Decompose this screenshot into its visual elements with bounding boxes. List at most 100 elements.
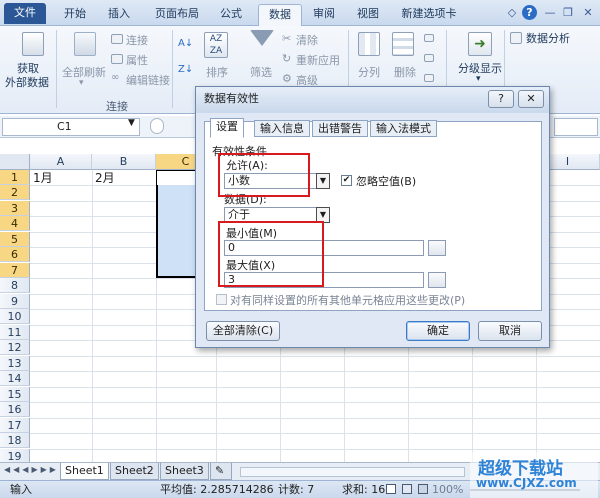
normal-view-icon[interactable] (386, 484, 396, 494)
name-box[interactable]: C1 (2, 118, 140, 136)
cell-a1[interactable]: 1月 (33, 171, 53, 186)
sort-desc-icon[interactable]: Z↓ (178, 64, 193, 75)
tab-view[interactable]: 视图 (350, 4, 386, 26)
row-header[interactable]: 11 (0, 325, 30, 340)
sheet-tab-1[interactable]: Sheet1 (60, 463, 109, 480)
watermark: 超级下载站 www.CJXZ.com (470, 452, 598, 498)
edit-links-button[interactable]: 编辑链接 (126, 72, 170, 88)
insert-sheet-icon[interactable]: ✎ (210, 463, 232, 480)
apply-to-all-checkbox[interactable] (216, 294, 227, 305)
group-connections-label: 连接 (106, 100, 128, 113)
cell-b1[interactable]: 2月 (95, 171, 115, 186)
row-header[interactable]: 8 (0, 278, 30, 293)
filter-icon (250, 30, 274, 46)
ribbon-tab-bar: 文件 开始 插入 页面布局 公式 数据 审阅 视图 新建选项卡 ◇ ? — ❐ … (0, 0, 600, 26)
dialog-close-button[interactable]: ✕ (518, 90, 544, 108)
tab-data[interactable]: 数据 (258, 4, 302, 26)
window-restore-icon[interactable]: ❐ (560, 5, 576, 21)
refresh-all-icon (74, 32, 96, 56)
row-header[interactable]: 3 (0, 201, 30, 216)
refresh-all-button[interactable]: 全部刷新 (62, 64, 106, 80)
grid-line (30, 418, 600, 419)
connections-icon (111, 34, 123, 44)
what-if-icon[interactable] (424, 74, 434, 82)
clear-all-button[interactable]: 全部清除(C) (206, 321, 280, 341)
minimize-ribbon-icon[interactable]: ◇ (504, 5, 520, 21)
grid-line (30, 371, 600, 372)
ok-button[interactable]: 确定 (406, 321, 470, 341)
connections-button[interactable]: 连接 (126, 32, 148, 48)
minimum-range-picker-icon[interactable] (428, 240, 446, 256)
reapply-button[interactable]: 重新应用 (296, 52, 340, 68)
clear-button[interactable]: 清除 (296, 32, 318, 48)
row-header[interactable]: 17 (0, 418, 30, 433)
row-header[interactable]: 14 (0, 371, 30, 386)
window-minimize-icon[interactable]: — (542, 5, 558, 21)
watermark-url: www.CJXZ.com (476, 476, 577, 490)
grid-line (30, 387, 600, 388)
name-box-dropdown-icon[interactable]: ▼ (128, 118, 135, 128)
annotation-box-allow (218, 153, 310, 197)
cancel-button[interactable]: 取消 (478, 321, 542, 341)
data-validation-icon[interactable] (424, 34, 434, 42)
group-separator (56, 30, 57, 108)
row-header[interactable]: 2 (0, 185, 30, 200)
allow-dropdown-icon[interactable]: ▼ (316, 173, 330, 189)
row-header[interactable]: 7 (0, 263, 30, 278)
select-all-corner[interactable] (0, 154, 30, 170)
help-icon[interactable]: ? (522, 5, 537, 20)
row-header[interactable]: 9 (0, 294, 30, 309)
col-header-b[interactable]: B (92, 154, 156, 170)
tab-input-message[interactable]: 输入信息 (254, 120, 310, 137)
status-average: 平均值: 2.285714286 (160, 483, 274, 496)
data-analysis-button[interactable]: 数据分析 (526, 30, 570, 46)
window-close-icon[interactable]: ✕ (580, 5, 596, 21)
row-header[interactable]: 10 (0, 309, 30, 324)
sort-button[interactable]: 排序 (206, 64, 228, 80)
row-header[interactable]: 13 (0, 356, 30, 371)
maximum-range-picker-icon[interactable] (428, 272, 446, 288)
properties-button[interactable]: 属性 (126, 52, 148, 68)
formula-input[interactable] (554, 118, 598, 136)
sheet-tab-2[interactable]: Sheet2 (110, 463, 159, 480)
chevron-down-icon[interactable]: ▾ (476, 74, 481, 84)
row-header[interactable]: 19 (0, 449, 30, 462)
row-header[interactable]: 4 (0, 216, 30, 231)
row-header[interactable]: 12 (0, 340, 30, 355)
get-external-data-label[interactable]: 外部数据 (5, 74, 49, 90)
consolidate-icon[interactable] (424, 54, 434, 62)
row-header[interactable]: 1 (0, 170, 30, 185)
formula-bar-handle[interactable] (150, 118, 164, 134)
sort-asc-icon[interactable]: A↓ (178, 38, 193, 49)
tab-ime-mode[interactable]: 输入法模式 (370, 120, 437, 137)
tab-new-tab[interactable]: 新建选项卡 (394, 4, 464, 26)
page-layout-view-icon[interactable] (402, 484, 412, 494)
filter-button[interactable]: 筛选 (250, 64, 272, 80)
zoom-level[interactable]: 100% (432, 481, 463, 498)
tab-home[interactable]: 开始 (56, 4, 94, 26)
sheet-tab-3[interactable]: Sheet3 (160, 463, 209, 480)
dialog-help-button[interactable]: ? (488, 90, 514, 108)
tab-error-alert[interactable]: 出错警告 (312, 120, 368, 137)
clear-icon: ✂ (282, 32, 292, 45)
split-column-button[interactable]: 分列 (358, 64, 380, 80)
row-header[interactable]: 15 (0, 387, 30, 402)
horizontal-scrollbar[interactable] (240, 467, 465, 477)
col-header-a[interactable]: A (30, 154, 92, 170)
page-break-view-icon[interactable] (418, 484, 428, 494)
apply-to-all-label: 对有同样设置的所有其他单元格应用这些更改(P) (230, 294, 466, 307)
sheet-nav-arrows-icon[interactable]: ◀◀◀▶▶▶ (4, 465, 59, 474)
remove-duplicates-button[interactable]: 删除 (394, 64, 416, 80)
ignore-blank-checkbox[interactable]: ✔ (341, 175, 352, 186)
tab-review[interactable]: 审阅 (306, 4, 342, 26)
tab-formulas[interactable]: 公式 (212, 4, 250, 26)
chevron-down-icon[interactable]: ▾ (79, 78, 84, 88)
row-header[interactable]: 16 (0, 402, 30, 417)
tab-settings[interactable]: 设置 (210, 118, 244, 138)
row-header[interactable]: 6 (0, 247, 30, 262)
tab-file[interactable]: 文件 (4, 3, 46, 24)
tab-page-layout[interactable]: 页面布局 (146, 4, 208, 26)
row-header[interactable]: 5 (0, 232, 30, 247)
tab-insert[interactable]: 插入 (100, 4, 138, 26)
row-header[interactable]: 18 (0, 433, 30, 448)
